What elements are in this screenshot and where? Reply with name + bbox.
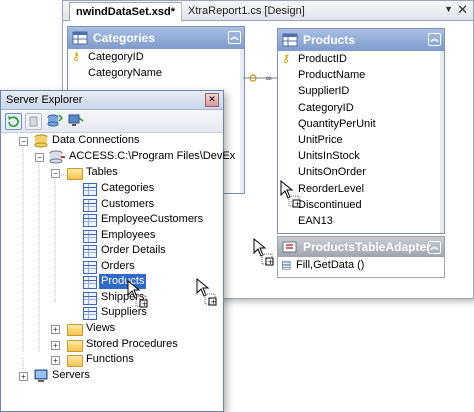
- table-icon: [83, 292, 97, 305]
- products-field[interactable]: QuantityPerUnit: [278, 116, 444, 132]
- svg-text:+: +: [142, 300, 148, 308]
- server-explorer-titlebar[interactable]: Server Explorer ✕: [1, 91, 223, 110]
- svg-text:+: +: [295, 200, 301, 208]
- table-icon: [83, 307, 97, 320]
- expand-expander-icon[interactable]: +: [19, 372, 28, 381]
- document-tab-strip: nwindDataSet.xsd* XtraReport1.cs [Design…: [63, 1, 473, 21]
- folder-icon: [67, 340, 83, 352]
- products-field[interactable]: SupplierID: [278, 83, 444, 99]
- tab-nwind-dataset[interactable]: nwindDataSet.xsd*: [69, 2, 183, 21]
- table-icon: [83, 183, 97, 196]
- products-field[interactable]: UnitsOnOrder: [278, 164, 444, 180]
- table-adapter-icon: [282, 240, 298, 254]
- table-icon: [83, 230, 97, 243]
- tab-xtrareport1-design[interactable]: XtraReport1.cs [Design]: [181, 3, 311, 19]
- collapse-icon[interactable]: ︽: [428, 33, 441, 46]
- products-adapter-header[interactable]: ProductsTableAdapter ︽: [278, 237, 444, 257]
- svg-text:∞: ∞: [265, 74, 273, 84]
- collapse-expander-icon[interactable]: −: [35, 153, 44, 162]
- table-icon: [83, 276, 97, 289]
- connect-database-icon[interactable]: [47, 113, 64, 128]
- connection-icon: [48, 150, 66, 169]
- server-explorer-toolbar: [1, 110, 223, 133]
- products-table-header[interactable]: Products ︽: [278, 29, 444, 51]
- products-table-adapter[interactable]: ProductsTableAdapter ︽ ▤ Fill,GetData (): [277, 236, 445, 278]
- categories-table-title: Categories: [93, 31, 156, 45]
- table-icon: [83, 245, 97, 258]
- folder-icon: [67, 324, 83, 336]
- collapse-icon[interactable]: ︽: [428, 241, 441, 254]
- drag-copy-cursor-icon: +: [280, 180, 301, 208]
- collapse-expander-icon[interactable]: −: [19, 137, 28, 146]
- key-icon: ⚷: [282, 53, 291, 65]
- svg-text:+: +: [211, 298, 217, 306]
- table-icon: [83, 199, 97, 212]
- connect-server-icon[interactable]: [67, 113, 84, 128]
- products-adapter-title: ProductsTableAdapter: [303, 240, 431, 254]
- stop-icon[interactable]: [25, 113, 42, 130]
- products-scrollbar[interactable]: [440, 51, 444, 233]
- categories-table-header[interactable]: Categories ︽: [68, 27, 244, 49]
- products-field[interactable]: EAN13: [278, 213, 444, 229]
- expand-expander-icon[interactable]: +: [51, 341, 60, 350]
- table-icon: [83, 214, 97, 227]
- folder-icon: [67, 355, 83, 367]
- data-connections-icon: [33, 134, 49, 153]
- drag-copy-cursor-icon: +: [253, 238, 274, 266]
- table-icon: [83, 261, 97, 274]
- categories-field-categoryid[interactable]: ⚷ CategoryID: [68, 49, 244, 65]
- products-field[interactable]: ⚷ ProductID: [278, 51, 444, 67]
- server-explorer-title: Server Explorer: [6, 94, 83, 106]
- collapse-icon[interactable]: ︽: [228, 31, 241, 44]
- svg-text:+: +: [268, 258, 274, 266]
- expand-expander-icon[interactable]: +: [51, 356, 60, 365]
- products-field[interactable]: CategoryID: [278, 100, 444, 116]
- chevron-down-icon[interactable]: ▼: [444, 4, 453, 14]
- table-icon: [282, 33, 298, 47]
- close-icon[interactable]: ✕: [457, 2, 468, 18]
- expand-expander-icon[interactable]: +: [51, 325, 60, 334]
- products-field[interactable]: ProductName: [278, 67, 444, 83]
- table-icon: [72, 31, 88, 45]
- servers-icon: [33, 369, 49, 388]
- folder-icon: [67, 168, 83, 180]
- close-icon[interactable]: ✕: [205, 93, 219, 107]
- key-icon: ⚷: [72, 51, 81, 63]
- categories-field-categoryname[interactable]: CategoryName: [68, 65, 244, 81]
- products-field[interactable]: UnitPrice: [278, 132, 444, 148]
- drag-copy-cursor-icon: +: [196, 278, 217, 306]
- refresh-icon[interactable]: [5, 113, 22, 130]
- query-icon: ▤: [281, 259, 292, 271]
- products-table-title: Products: [303, 33, 356, 47]
- server-explorer-panel: Server Explorer ✕ − Data Connections − A…: [0, 90, 235, 412]
- drag-copy-cursor-icon: +: [127, 280, 148, 308]
- collapse-expander-icon[interactable]: −: [51, 169, 60, 178]
- relation-line[interactable]: ∞: [241, 71, 281, 85]
- products-field[interactable]: UnitsInStock: [278, 148, 444, 164]
- adapter-query-method[interactable]: ▤ Fill,GetData (): [278, 257, 444, 273]
